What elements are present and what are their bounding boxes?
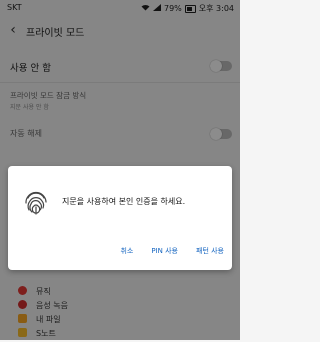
fingerprint-dialog: 지문을 사용하여 본인 인증을 하세요. 취소 PIN 사용 패턴 사용 bbox=[8, 166, 232, 270]
dialog-message: 지문을 사용하여 본인 인증을 하세요. bbox=[62, 197, 186, 206]
use-pattern-button[interactable]: 패턴 사용 bbox=[196, 246, 224, 256]
fingerprint-icon bbox=[25, 191, 47, 215]
cancel-button[interactable]: 취소 bbox=[120, 246, 133, 256]
use-pin-button[interactable]: PIN 사용 bbox=[151, 246, 178, 256]
dialog-buttons: 취소 PIN 사용 패턴 사용 bbox=[120, 246, 224, 256]
